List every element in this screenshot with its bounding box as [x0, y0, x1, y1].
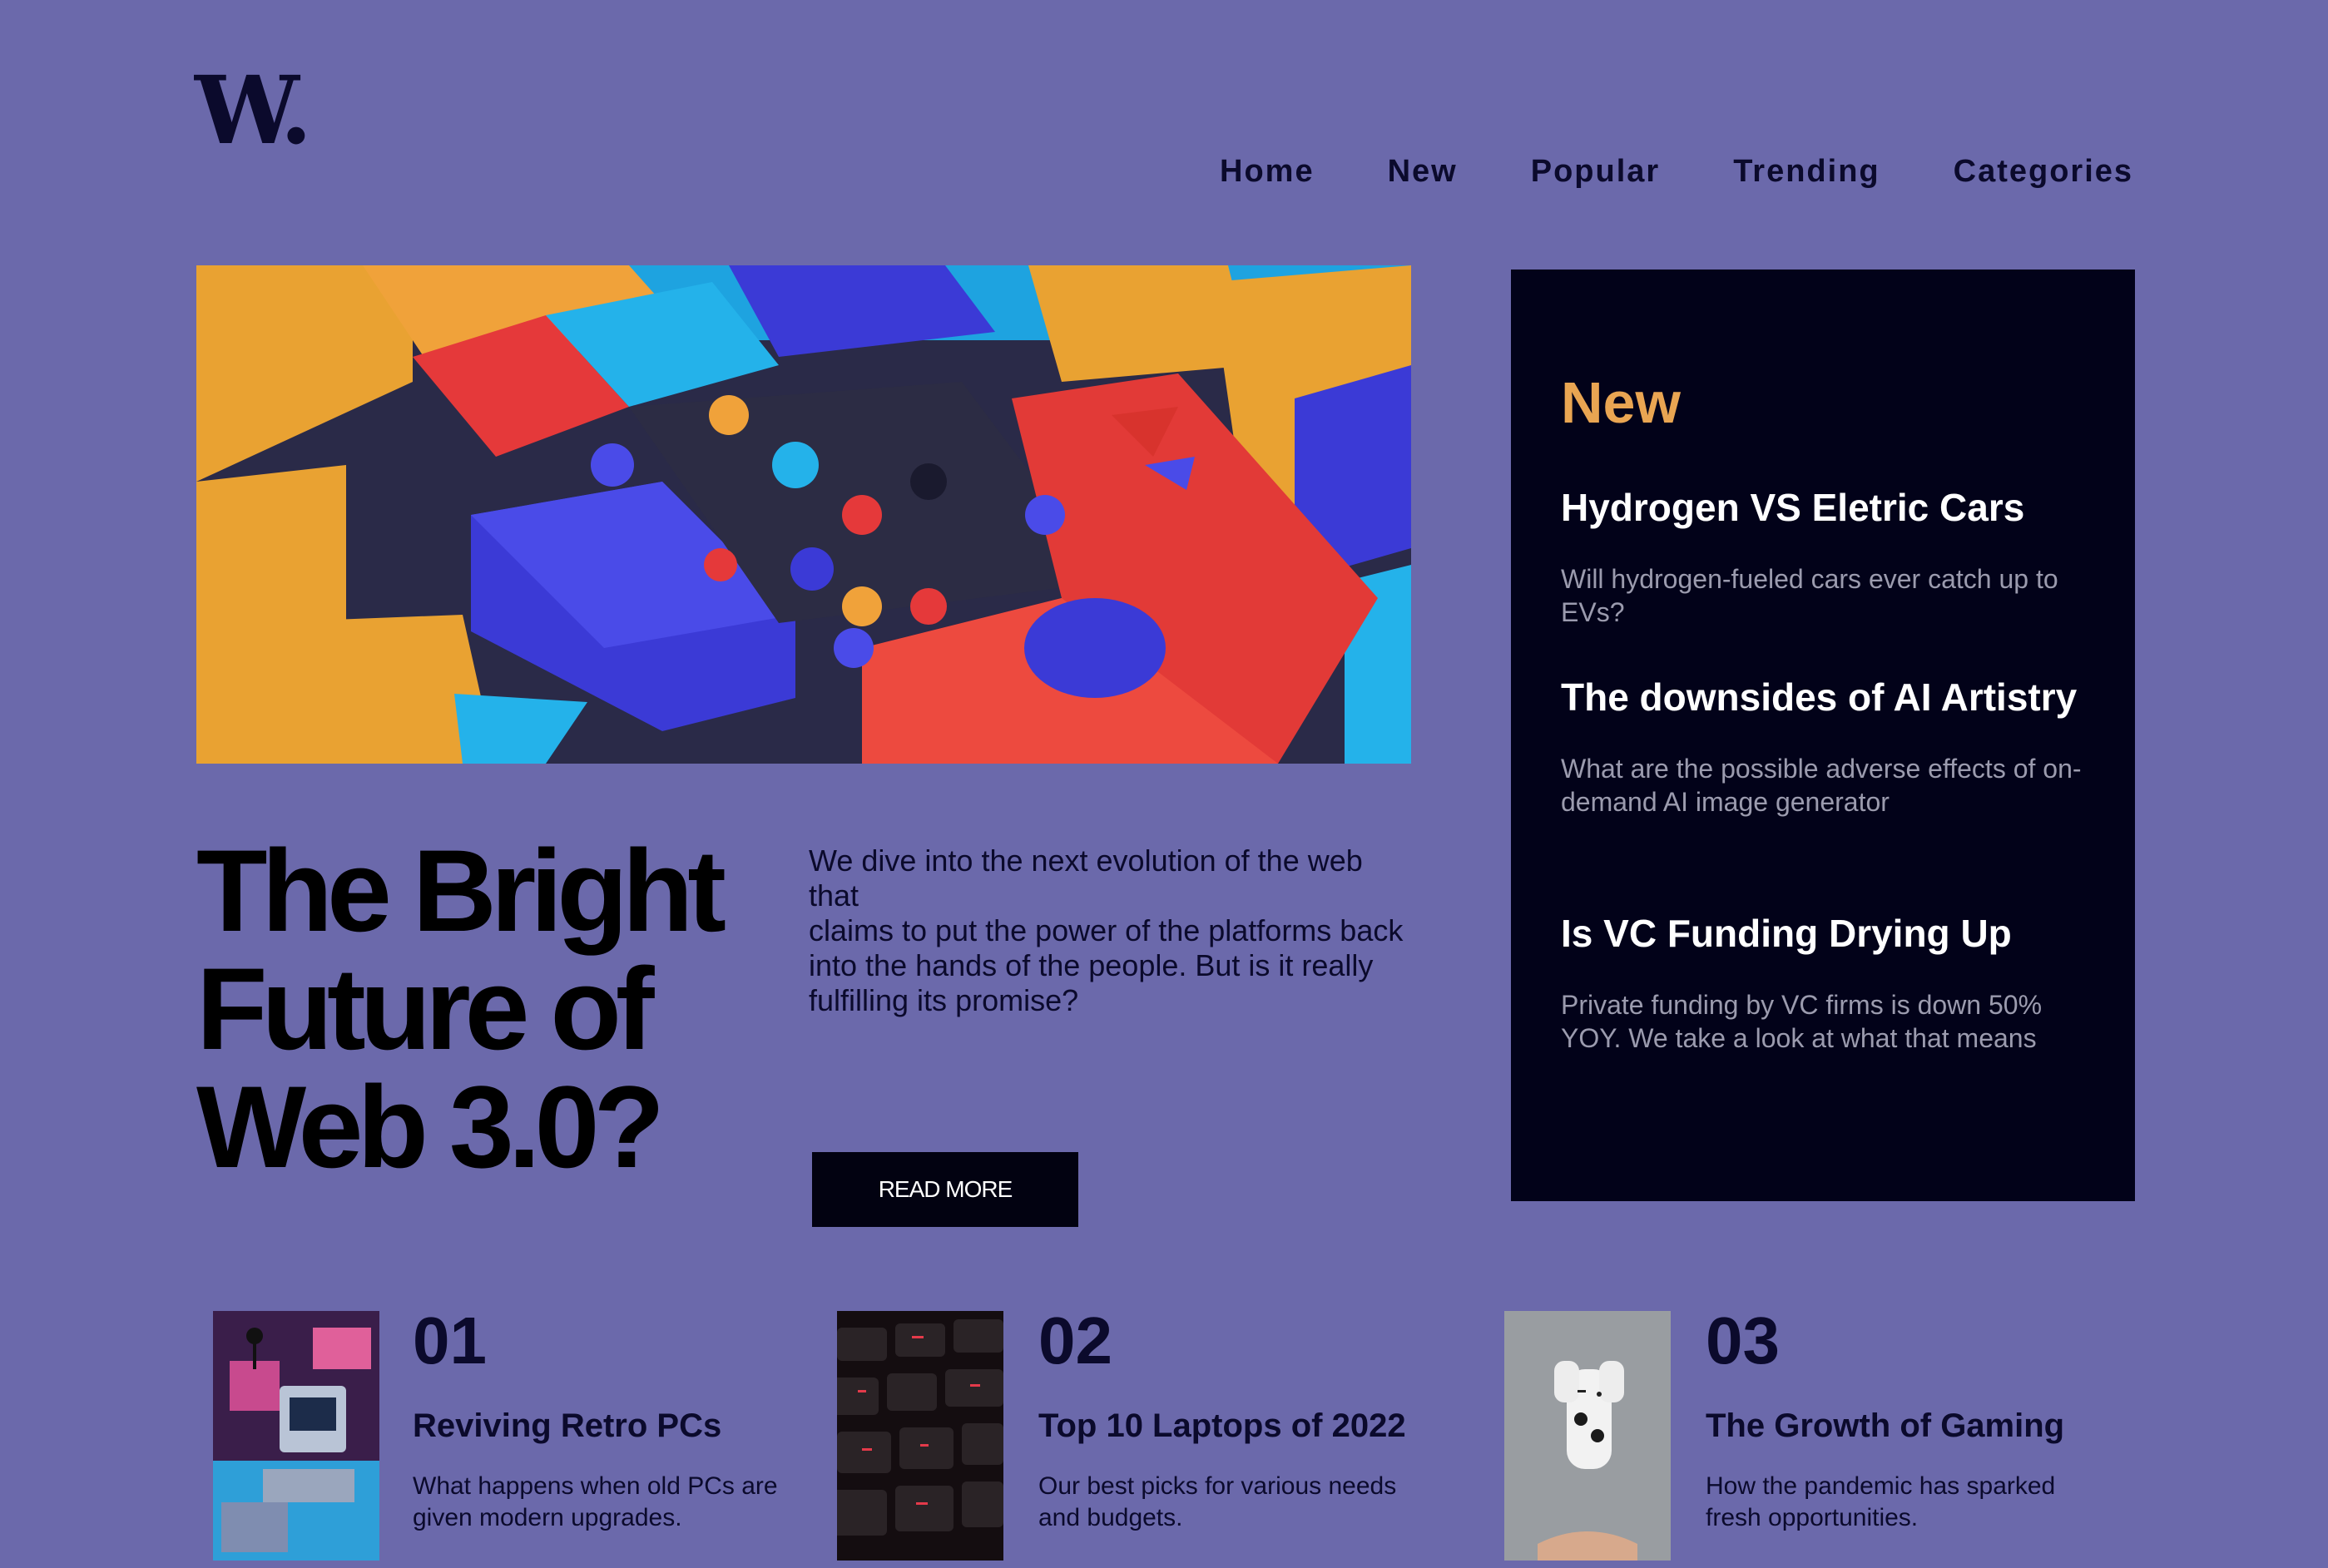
new-item-title[interactable]: Is VC Funding Drying Up [1561, 910, 2093, 957]
new-item-ai-artistry[interactable]: The downsides of AI Artistry What are th… [1561, 674, 2093, 819]
new-item-vc-funding[interactable]: Is VC Funding Drying Up Private funding … [1561, 910, 2093, 1055]
new-articles-panel: New Hydrogen VS Eletric Cars Will hydrog… [1511, 270, 2135, 1201]
new-item-title[interactable]: Hydrogen VS Eletric Cars [1561, 484, 2093, 531]
article-title[interactable]: Reviving Retro PCs [413, 1406, 721, 1446]
keyboard-image[interactable] [837, 1311, 1003, 1561]
new-item-desc: Private funding by VC firms is down 50% … [1561, 990, 2043, 1053]
retro-pc-image[interactable] [213, 1311, 379, 1561]
article-number: 01 [413, 1303, 487, 1378]
nav-home[interactable]: Home [1220, 150, 1315, 193]
nav-popular[interactable]: Popular [1531, 150, 1660, 193]
new-item-hydrogen[interactable]: Hydrogen VS Eletric Cars Will hydrogen-f… [1561, 484, 2093, 629]
hero-intro: We dive into the next evolution of the w… [809, 843, 1404, 1017]
article-desc: How the pandemic has sparked fresh oppor… [1706, 1472, 2056, 1531]
article-number: 02 [1038, 1303, 1112, 1378]
article-title[interactable]: Top 10 Laptops of 2022 [1038, 1406, 1406, 1446]
new-panel-title: New [1561, 370, 1681, 435]
article-number: 03 [1706, 1303, 1780, 1378]
article-title[interactable]: The Growth of Gaming [1706, 1406, 2064, 1446]
nav-categories[interactable]: Categories [1954, 150, 2133, 193]
article-desc: Our best picks for various needs and bud… [1038, 1472, 1397, 1531]
main-nav: Home New Popular Trending Categories [1220, 150, 2133, 193]
new-item-desc: Will hydrogen-fueled cars ever catch up … [1561, 564, 2058, 627]
hero-image [196, 265, 1411, 764]
new-item-title[interactable]: The downsides of AI Artistry [1561, 674, 2093, 720]
article-desc: What happens when old PCs are given mode… [413, 1472, 778, 1531]
nav-trending[interactable]: Trending [1733, 150, 1880, 193]
read-more-button[interactable]: READ MORE [812, 1152, 1078, 1227]
gamepad-image[interactable] [1504, 1311, 1671, 1561]
nav-new[interactable]: New [1388, 150, 1458, 193]
hero-title: The Bright Future of Web 3.0? [196, 825, 726, 1192]
new-item-desc: What are the possible adverse effects of… [1561, 754, 2082, 817]
site-logo[interactable]: W. [195, 65, 312, 158]
